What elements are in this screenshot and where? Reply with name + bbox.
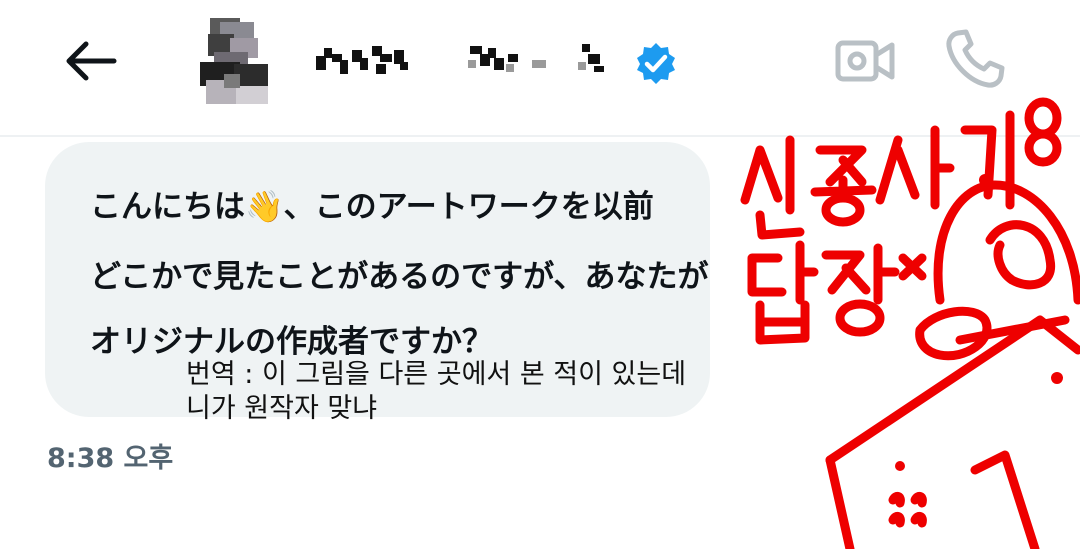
red-doodle: [740, 97, 1080, 553]
handwritten-annotation: [0, 0, 1080, 553]
